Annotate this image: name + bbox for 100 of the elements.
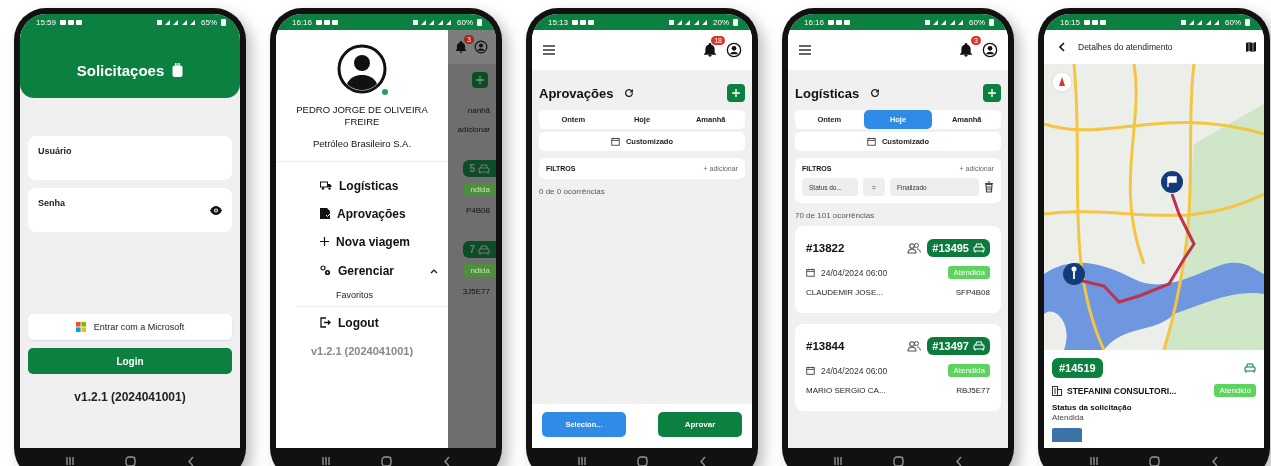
app-title: Solicitaçoes — [76, 61, 165, 79]
signal-icons — [1181, 18, 1221, 26]
passenger-name: MARIO SERGIO CA... — [806, 386, 887, 395]
online-status-dot — [380, 87, 390, 97]
status-value: Atendida — [1052, 413, 1085, 422]
battery-icon — [1245, 18, 1250, 26]
company-name: STEFANINI CONSULTORI... — [1067, 385, 1178, 396]
add-button[interactable] — [983, 84, 1001, 102]
recent-apps-icon[interactable] — [1089, 456, 1100, 466]
refresh-icon[interactable] — [869, 87, 882, 99]
menu-item[interactable]: Gerenciar — [320, 255, 438, 286]
refresh-icon[interactable] — [623, 87, 636, 99]
back-icon[interactable] — [954, 455, 963, 466]
status-badge: Atendida — [948, 266, 990, 279]
menu-item[interactable]: Logout — [320, 308, 438, 337]
screen-title: Detalhes do atendimento — [1078, 42, 1174, 52]
photo-placeholder — [1052, 428, 1082, 442]
notification-icons — [1084, 18, 1107, 26]
back-icon[interactable] — [186, 455, 195, 466]
back-icon[interactable] — [698, 455, 707, 466]
building-icon — [1052, 385, 1062, 396]
car-icon — [478, 244, 490, 255]
trash-icon[interactable] — [984, 181, 994, 193]
recent-apps-icon[interactable] — [65, 456, 76, 466]
notification-icons — [572, 18, 595, 26]
login-button[interactable]: Login — [28, 348, 232, 374]
username-field[interactable]: Usuário — [28, 136, 232, 180]
avatar-icon — [337, 44, 387, 94]
car-icon — [478, 163, 490, 174]
home-icon[interactable] — [1149, 455, 1161, 466]
password-field[interactable]: Senha — [28, 188, 232, 232]
request-card[interactable]: #13844 #13497 24/04/2024 06:00 Atendida MARIO SERGIO CA... RBJ5E77 — [795, 324, 1001, 411]
account-icon[interactable] — [726, 42, 742, 58]
request-card[interactable]: #13822 #13495 24/04/2024 06:00 Atendida CLAUDEMIR JOSE... SFP4B08 — [795, 226, 1001, 313]
calendar-icon — [806, 268, 815, 277]
menu-icon[interactable] — [798, 44, 812, 56]
vehicle-plate: RBJ5E77 — [956, 386, 990, 395]
approve-button[interactable]: Aprovar — [658, 411, 742, 437]
trip-badge: 7 — [463, 241, 496, 258]
request-id: #13844 — [806, 340, 846, 352]
battery-level: 20% — [713, 17, 729, 27]
status-badge: Atendida — [948, 364, 990, 377]
request-date: 24/04/2024 06:00 — [821, 365, 889, 376]
menu-item[interactable]: Nova viagem — [320, 227, 438, 256]
version-text: v1.2.1 (2024041001) — [73, 390, 187, 404]
status-badge: Atendido — [1214, 384, 1256, 397]
battery-level: 60% — [969, 17, 985, 27]
logout-icon — [320, 317, 331, 329]
menu-icon[interactable] — [542, 44, 556, 56]
user-name: PEDRO JORGE DE OLIVEIRA FREIRE — [295, 104, 429, 128]
caret-icon[interactable] — [430, 267, 438, 274]
notification-icons — [316, 18, 339, 26]
version-text: v1.2.1 (2024041001) — [310, 344, 414, 357]
people-icon — [907, 242, 922, 254]
calendar-icon — [806, 366, 815, 375]
bell-icon[interactable] — [958, 42, 974, 58]
microsoft-login-button[interactable]: Entrar com a Microsoft — [28, 314, 232, 340]
truck-icon — [320, 181, 332, 191]
back-icon[interactable] — [1210, 455, 1219, 466]
add-button[interactable] — [727, 84, 745, 102]
vehicle-plate: SFP4B08 — [955, 288, 990, 297]
status-time: 16:16 — [804, 17, 825, 27]
account-icon[interactable] — [982, 42, 998, 58]
trip-badge: #13497 — [927, 337, 990, 355]
bell-icon[interactable] — [702, 42, 718, 58]
recent-apps-icon[interactable] — [321, 456, 332, 466]
status-time: 15:59 — [36, 17, 57, 27]
calendar-icon — [866, 137, 876, 146]
home-icon[interactable] — [381, 455, 393, 466]
signal-icons — [669, 18, 709, 26]
notification-icons — [60, 18, 83, 26]
battery-icon — [221, 18, 226, 26]
eye-icon[interactable] — [210, 206, 222, 215]
company-name: Petróleo Brasileiro S.A. — [312, 137, 412, 149]
map-icon[interactable] — [1246, 42, 1256, 52]
home-icon[interactable] — [125, 455, 137, 466]
battery-icon — [733, 18, 738, 26]
status-time: 15:13 — [548, 17, 569, 27]
home-icon[interactable] — [893, 455, 905, 466]
plus-icon — [476, 76, 484, 84]
luggage-icon — [172, 62, 184, 78]
people-icon — [907, 340, 922, 352]
page-title: Logísticas — [795, 85, 860, 101]
menu-item[interactable]: Logísticas — [320, 171, 438, 200]
signal-icons — [413, 18, 453, 26]
recent-apps-icon[interactable] — [577, 456, 588, 466]
back-icon[interactable] — [442, 455, 451, 466]
battery-level: 60% — [457, 17, 473, 27]
car-icon — [973, 243, 985, 253]
plus-icon — [732, 89, 740, 97]
menu-item[interactable]: Aprovações — [320, 199, 438, 228]
recent-apps-icon[interactable] — [833, 456, 844, 466]
results-count: 0 de 0 ocorrências — [539, 187, 606, 196]
home-icon[interactable] — [637, 455, 649, 466]
battery-level: 65% — [201, 17, 217, 27]
status-time: 16:15 — [1060, 17, 1081, 27]
request-id-badge: #14519 — [1052, 358, 1103, 378]
trip-badge: #13495 — [927, 239, 990, 257]
squares-logo-icon — [75, 322, 86, 332]
gears-icon — [320, 265, 331, 277]
